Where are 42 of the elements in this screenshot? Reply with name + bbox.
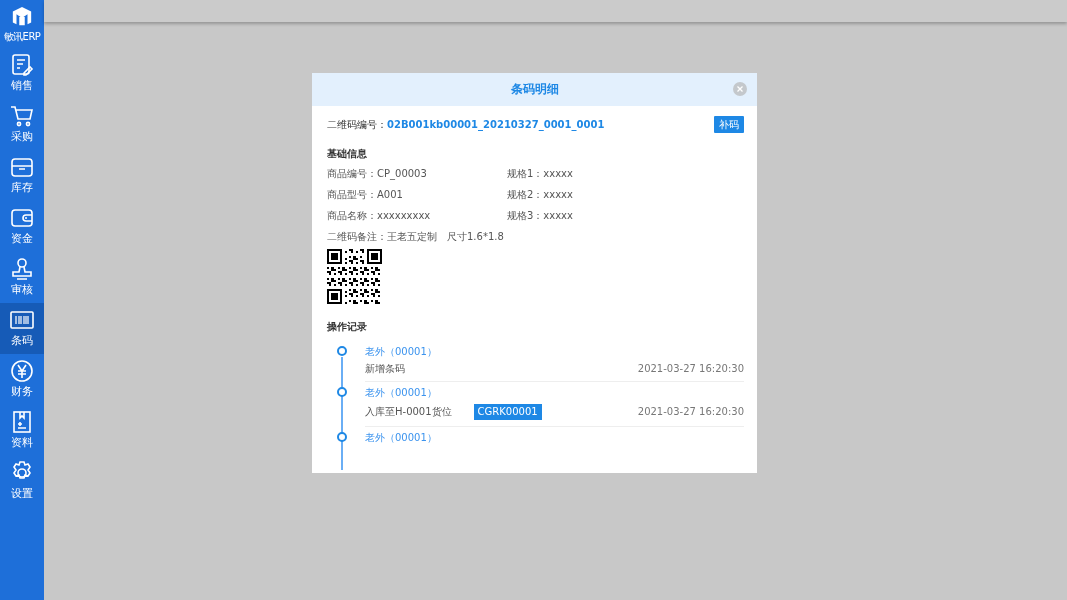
operator-name: 老外（00001）: [365, 386, 438, 399]
section-title: 操作记录: [327, 320, 368, 333]
sidebar-item[interactable]: 资金: [0, 201, 44, 252]
logo-icon: [11, 5, 33, 28]
sidebar-item[interactable]: 资料: [0, 405, 44, 456]
log-time: 2021-03-27 16:20:30: [637, 406, 744, 418]
cart-icon: [10, 104, 34, 129]
stamp-icon: [10, 257, 34, 282]
note-icon: [10, 53, 34, 78]
sidebar-item[interactable]: 财务: [0, 354, 44, 405]
note-text: 二维码备注：王老五定制 尺寸1.6*1.8: [327, 230, 505, 243]
yen-icon: [10, 359, 34, 384]
operator-name: 老外（00001）: [365, 431, 438, 444]
reprint-button[interactable]: 补码: [714, 116, 744, 133]
log-time: 2021-03-27 16:20:30: [637, 363, 744, 375]
timeline-dot: [337, 346, 347, 356]
close-button[interactable]: [733, 82, 747, 96]
operator-name: 老外（00001）: [365, 345, 438, 358]
log-action: 新增条码: [365, 363, 405, 375]
qr-code-drawing: [327, 249, 382, 304]
sidebar-item[interactable]: 设置: [0, 456, 44, 507]
sidebar-item[interactable]: 采购: [0, 99, 44, 150]
sidebar-item[interactable]: 审核: [0, 252, 44, 303]
box-icon: [10, 155, 34, 180]
sidebar-item[interactable]: 库存: [0, 150, 44, 201]
field-text: 规格2：xxxxx: [507, 188, 574, 201]
timeline-dot: [337, 387, 347, 397]
document-tag: CGRK00001: [473, 404, 542, 420]
section-title: 基础信息: [327, 147, 368, 160]
logo-text: 敏讯ERP: [3, 29, 41, 43]
book-icon: [10, 410, 34, 435]
field-text: 商品型号：A001: [327, 188, 404, 201]
dialog-title: 条码明细: [510, 81, 559, 98]
timeline-dot: [337, 432, 347, 442]
field-text: 商品名称：xxxxxxxxx: [327, 209, 432, 222]
sidebar-item[interactable]: 条码: [0, 303, 44, 354]
field-text: 规格3：xxxxx: [507, 209, 574, 222]
field-text: 规格1：xxxxx: [507, 167, 574, 180]
qr-code-number: 二维码编号：02B001kb00001_20210327_0001_0001: [327, 118, 605, 131]
field-text: 商品编号：CP_00003: [327, 167, 428, 180]
log-action: 入库至H-0001货位: [365, 406, 452, 418]
sidebar-item[interactable]: 销售: [0, 48, 44, 99]
